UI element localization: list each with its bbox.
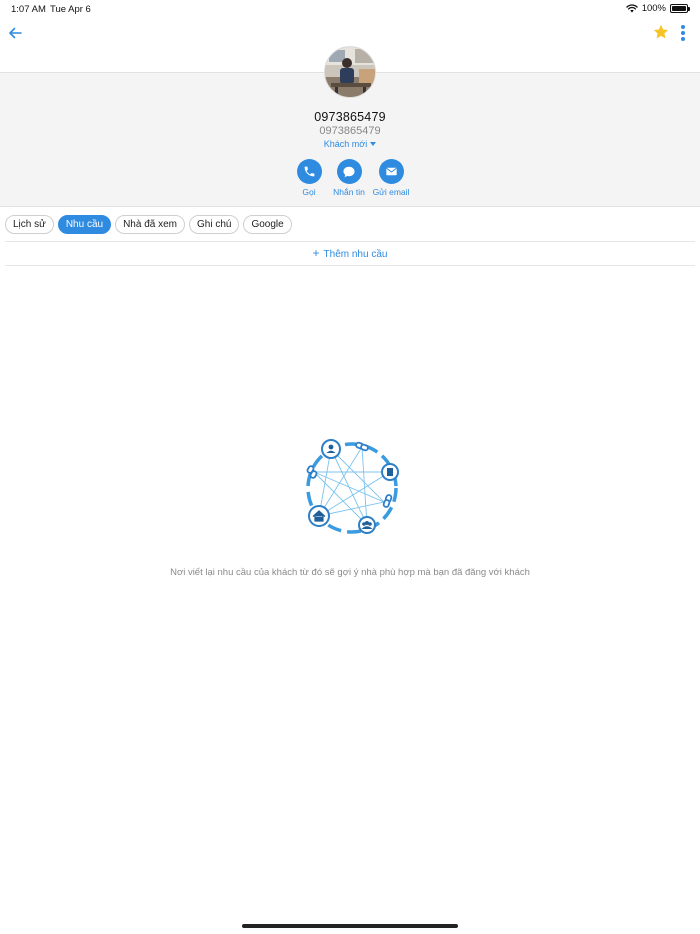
empty-state-message: Nơi viết lại nhu cầu của khách từ đó sẽ …: [170, 567, 530, 578]
tab-history[interactable]: Lịch sử: [5, 215, 54, 234]
chat-icon: [343, 166, 355, 177]
email-label: Gửi email: [372, 187, 410, 197]
status-bar: 1:07 AM Tue Apr 6 100%: [0, 0, 700, 18]
star-icon: [653, 24, 669, 39]
tab-viewed-houses[interactable]: Nhà đã xem: [115, 215, 185, 234]
add-need-button[interactable]: + Thêm nhu cầu: [5, 241, 695, 266]
arrow-left-icon: [9, 27, 22, 39]
favorite-button[interactable]: [652, 23, 672, 43]
detail-tabs: Lịch sử Nhu cầu Nhà đã xem Ghi chú Googl…: [5, 215, 292, 234]
back-button[interactable]: [6, 24, 24, 42]
tab-needs[interactable]: Nhu cầu: [57, 215, 112, 234]
plus-icon: +: [312, 246, 320, 260]
contact-actions: Gọi Nhắn tin Gửi email: [0, 159, 700, 199]
email-button[interactable]: Gửi email: [366, 159, 416, 197]
more-dot-icon: [681, 25, 685, 29]
more-dot-icon: [681, 31, 685, 35]
customer-status-label: Khách mới: [323, 139, 368, 149]
battery-percent: 100%: [641, 3, 666, 14]
customer-phone: 0973865479: [319, 125, 381, 137]
email-icon: [385, 167, 397, 176]
add-need-label: Thêm nhu cầu: [323, 249, 388, 260]
home-indicator[interactable]: [242, 924, 458, 928]
tab-notes[interactable]: Ghi chú: [189, 215, 240, 234]
tab-google[interactable]: Google: [243, 215, 292, 234]
phone-icon: [304, 166, 314, 177]
avatar[interactable]: [324, 46, 376, 98]
status-time: 1:07 AM: [11, 4, 46, 15]
network-illustration-icon: [300, 436, 404, 540]
caret-down-icon: [370, 142, 377, 146]
battery-icon: [670, 4, 690, 13]
wifi-icon: [625, 4, 638, 13]
status-date: Tue Apr 6: [50, 4, 91, 15]
status-indicators: 100%: [625, 3, 690, 14]
more-dot-icon: [681, 37, 685, 41]
customer-name: 0973865479: [314, 110, 386, 124]
more-options-button[interactable]: [678, 23, 688, 43]
customer-status-dropdown[interactable]: Khách mới: [0, 139, 700, 149]
